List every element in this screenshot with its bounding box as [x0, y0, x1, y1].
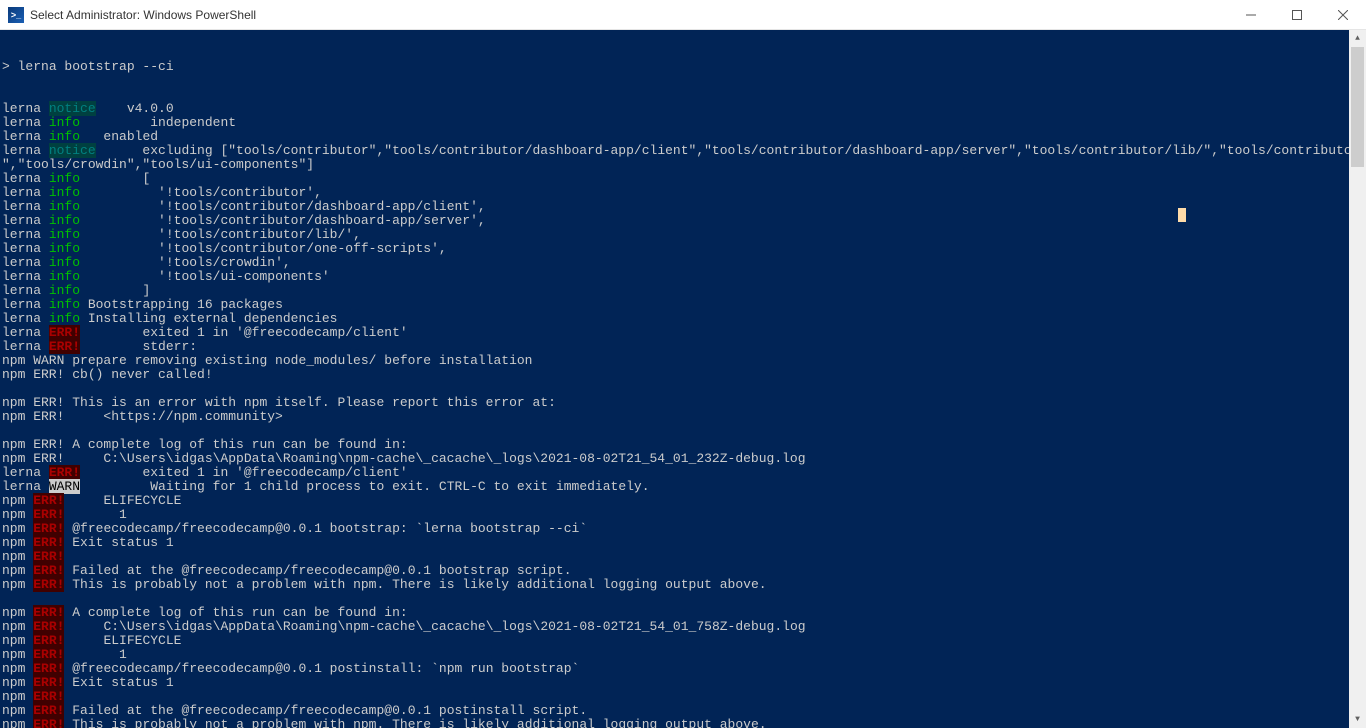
output-line: npm ERR! Failed at the @freecodecamp/fre… [2, 564, 1366, 578]
output-line: npm ERR! Failed at the @freecodecamp/fre… [2, 704, 1366, 718]
output-line: lerna info independent [2, 116, 1366, 130]
output-line: npm ERR! ELIFECYCLE [2, 634, 1366, 648]
scrollbar-thumb[interactable] [1351, 47, 1364, 167]
output-line: npm ERR! This is an error with npm itsel… [2, 396, 1366, 410]
output-line: lerna info '!tools/contributor', [2, 186, 1366, 200]
output-line: npm ERR! <https://npm.community> [2, 410, 1366, 424]
output-line: npm ERR! This is probably not a problem … [2, 578, 1366, 592]
output-line: lerna info Installing external dependenc… [2, 312, 1366, 326]
vertical-scrollbar[interactable]: ▲ ▼ [1349, 30, 1366, 728]
output-line: npm ERR! 1 [2, 508, 1366, 522]
output-line: npm ERR! C:\Users\idgas\AppData\Roaming\… [2, 620, 1366, 634]
output-line: npm ERR! @freecodecamp/freecodecamp@0.0.… [2, 522, 1366, 536]
scroll-up-button[interactable]: ▲ [1349, 30, 1366, 47]
output-line: npm ERR! cb() never called! [2, 368, 1366, 382]
output-line [2, 592, 1366, 606]
output-line: lerna info Bootstrapping 16 packages [2, 298, 1366, 312]
scrollbar-track[interactable] [1349, 47, 1366, 711]
output-line: ","tools/crowdin","tools/ui-components"] [2, 158, 1366, 172]
window-titlebar[interactable]: >_ Select Administrator: Windows PowerSh… [0, 0, 1366, 30]
output-line: lerna info ] [2, 284, 1366, 298]
output-line: lerna ERR! exited 1 in '@freecodecamp/cl… [2, 326, 1366, 340]
output-line: npm ERR! [2, 690, 1366, 704]
output-line: lerna info '!tools/crowdin', [2, 256, 1366, 270]
minimize-button[interactable] [1228, 0, 1274, 29]
output-line [2, 382, 1366, 396]
command-line: > lerna bootstrap --ci [2, 60, 1366, 74]
output-line: npm ERR! C:\Users\idgas\AppData\Roaming\… [2, 452, 1366, 466]
terminal-body[interactable]: > lerna bootstrap --ci lerna notice v4.0… [0, 30, 1366, 728]
maximize-button[interactable] [1274, 0, 1320, 29]
output-line: npm ERR! Exit status 1 [2, 536, 1366, 550]
command-text: lerna bootstrap --ci [18, 59, 174, 74]
output-line: lerna info enabled [2, 130, 1366, 144]
output-line: lerna info '!tools/contributor/lib/', [2, 228, 1366, 242]
output-line: npm ERR! This is probably not a problem … [2, 718, 1366, 728]
output-line: lerna ERR! stderr: [2, 340, 1366, 354]
terminal-output: lerna notice v4.0.0lerna info independen… [2, 102, 1366, 728]
output-line: lerna notice v4.0.0 [2, 102, 1366, 116]
output-line: npm ERR! A complete log of this run can … [2, 606, 1366, 620]
powershell-icon: >_ [8, 7, 24, 23]
output-line: lerna WARN Waiting for 1 child process t… [2, 480, 1366, 494]
close-button[interactable] [1320, 0, 1366, 29]
output-line: npm ERR! 1 [2, 648, 1366, 662]
output-line: lerna info '!tools/contributor/dashboard… [2, 214, 1366, 228]
output-line: npm ERR! @freecodecamp/freecodecamp@0.0.… [2, 662, 1366, 676]
output-line: lerna info '!tools/contributor/dashboard… [2, 200, 1366, 214]
output-line: lerna ERR! exited 1 in '@freecodecamp/cl… [2, 466, 1366, 480]
scroll-down-button[interactable]: ▼ [1349, 711, 1366, 728]
output-line: lerna info '!tools/contributor/one-off-s… [2, 242, 1366, 256]
output-line: npm ERR! Exit status 1 [2, 676, 1366, 690]
text-cursor [1178, 208, 1186, 222]
window-title: Select Administrator: Windows PowerShell [30, 8, 1228, 22]
output-line: npm ERR! ELIFECYCLE [2, 494, 1366, 508]
window-controls [1228, 0, 1366, 29]
output-line: npm ERR! A complete log of this run can … [2, 438, 1366, 452]
output-line: lerna notice excluding ["tools/contribut… [2, 144, 1366, 158]
output-line: lerna info [ [2, 172, 1366, 186]
output-line: lerna info '!tools/ui-components' [2, 270, 1366, 284]
output-line [2, 424, 1366, 438]
output-line: npm WARN prepare removing existing node_… [2, 354, 1366, 368]
output-line: npm ERR! [2, 550, 1366, 564]
